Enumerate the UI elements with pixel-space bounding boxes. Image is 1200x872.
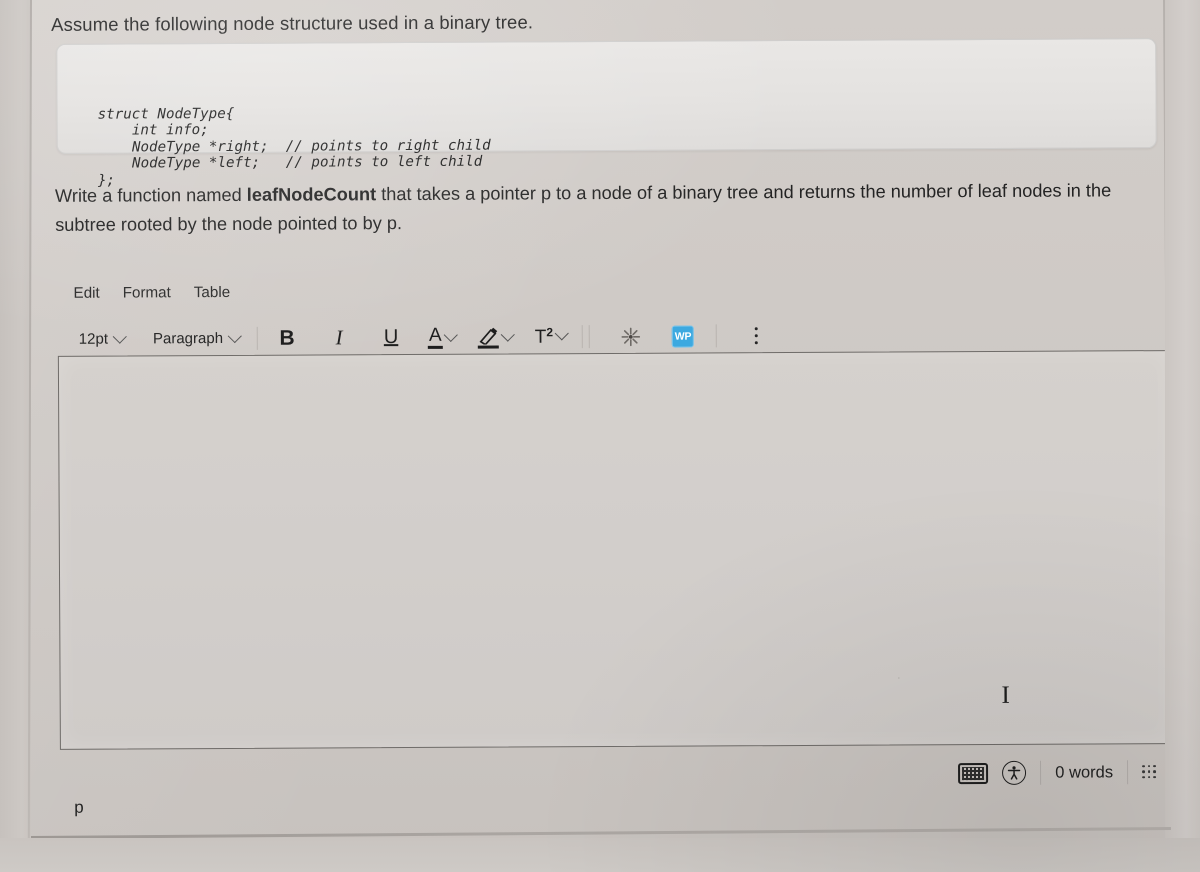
wordpress-embed-button[interactable]: WP [666,322,700,350]
question-prompt: Write a function named leafNodeCount tha… [55,176,1165,240]
assignment-intro-text: Assume the following node structure used… [51,11,534,35]
word-count-label: 0 words [1055,762,1114,782]
statusbar-right-group: 0 words [958,760,1157,785]
special-character-button[interactable] [614,322,648,350]
screen-content: Assume the following node structure used… [32,0,1168,836]
accessibility-checker-icon[interactable] [1002,760,1027,785]
resize-grip-icon[interactable] [1142,764,1157,780]
screen-bezel-left [0,0,31,872]
text-color-picker[interactable]: A [426,325,459,349]
toolbar-divider [256,326,259,350]
chevron-down-icon[interactable] [443,327,458,342]
chevron-down-icon[interactable] [554,326,570,341]
chevron-down-icon [227,328,243,343]
highlighter-pen-icon [477,326,499,349]
menu-item-edit[interactable]: Edit [73,285,99,302]
question-prompt-pre: Write a function named [54,184,247,206]
menu-item-format[interactable]: Format [123,284,171,301]
block-format-label: Paragraph [152,330,224,348]
statusbar-divider [1040,760,1042,785]
editor-toolbar[interactable]: 12pt Paragraph B I U A T2 WP [74,319,773,356]
wp-badge-icon: WP [671,325,695,348]
highlight-color-picker[interactable] [475,326,516,349]
toolbar-divider [581,325,584,349]
element-path-indicator[interactable]: p [74,798,84,818]
block-format-dropdown[interactable]: Paragraph [148,328,245,350]
starburst-icon [621,327,641,346]
menu-item-table[interactable]: Table [194,284,230,301]
font-size-dropdown[interactable]: 12pt [74,328,130,349]
question-function-name: leafNodeCount [246,184,377,205]
superscript-dropdown[interactable]: T2 [532,325,570,349]
superscript-2: 2 [546,325,554,340]
keyboard-shortcuts-icon[interactable] [958,762,989,784]
kebab-menu-icon [754,327,758,345]
italic-button[interactable]: I [322,324,356,352]
editor-menubar[interactable]: Edit Format Table [73,284,230,302]
screen-bezel-right [1165,0,1200,872]
superscript-icon: T2 [535,325,553,348]
code-block-text: struct NodeType{ int info; NodeType *rig… [97,105,491,189]
screen-smudge: . [897,670,901,681]
code-block-card: struct NodeType{ int info; NodeType *rig… [56,38,1157,188]
text-cursor-icon: I [1001,681,1010,709]
chevron-down-icon[interactable] [500,327,515,342]
chevron-down-icon [112,329,128,344]
statusbar-divider [1126,760,1129,785]
toolbar-divider [715,324,718,348]
text-color-icon: A [429,325,442,349]
desk-surface-bottom [0,838,1200,872]
bold-button[interactable]: B [270,324,304,352]
toolbar-divider [588,325,591,349]
highlight-color-bar [477,345,499,349]
underline-button[interactable]: U [374,324,408,352]
font-size-label: 12pt [78,330,109,348]
more-options-button[interactable] [739,322,773,350]
superscript-t: T [534,326,547,348]
